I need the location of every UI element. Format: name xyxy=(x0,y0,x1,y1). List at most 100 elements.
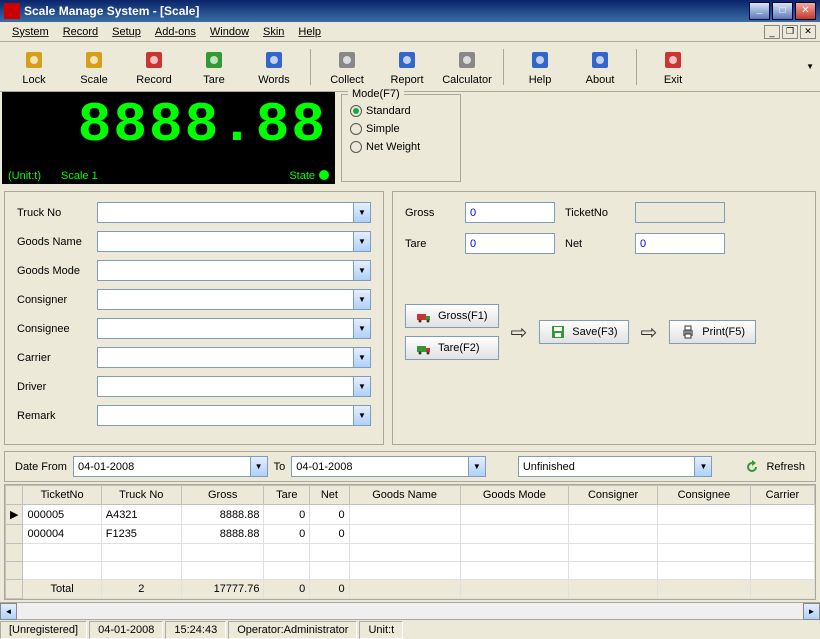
toolbar-collect-button[interactable]: Collect xyxy=(319,45,375,89)
radio-icon xyxy=(350,123,362,135)
close-button[interactable]: ✕ xyxy=(795,2,816,20)
chevron-down-icon[interactable]: ▼ xyxy=(353,348,370,367)
chevron-down-icon[interactable]: ▼ xyxy=(353,377,370,396)
date-from-field[interactable]: ▼ xyxy=(73,456,268,477)
gross-field[interactable] xyxy=(465,202,555,223)
menu-window[interactable]: Window xyxy=(204,24,255,40)
tare-button[interactable]: Tare(F2) xyxy=(405,336,499,360)
tare-field[interactable] xyxy=(465,233,555,254)
column-header[interactable]: Consigner xyxy=(569,486,658,505)
chevron-down-icon[interactable]: ▼ xyxy=(468,457,485,476)
radio-icon xyxy=(350,105,362,117)
arrow-icon: ⇨ xyxy=(511,320,528,345)
ticketno-label: TicketNo xyxy=(565,207,625,219)
column-header[interactable]: Net xyxy=(310,486,349,505)
scroll-left-button[interactable]: ◄ xyxy=(0,603,17,620)
menu-skin[interactable]: Skin xyxy=(257,24,290,40)
print-button[interactable]: Print(F5) xyxy=(669,320,756,344)
menu-record[interactable]: Record xyxy=(57,24,104,40)
tare-label: Tare xyxy=(405,238,455,250)
menu-setup[interactable]: Setup xyxy=(106,24,147,40)
table-row xyxy=(6,562,815,580)
carrier-label: Carrier xyxy=(17,352,97,364)
scroll-track[interactable] xyxy=(17,603,803,619)
toolbar-tare-button[interactable]: Tare xyxy=(186,45,242,89)
column-header[interactable]: Goods Mode xyxy=(460,486,568,505)
menubar: System Record Setup Add-ons Window Skin … xyxy=(0,22,820,42)
menu-system[interactable]: System xyxy=(6,24,55,40)
consigner-field[interactable]: ▼ xyxy=(97,289,371,310)
table-row[interactable]: ▶000005A43218888.8800 xyxy=(6,505,815,525)
report-icon xyxy=(395,48,419,72)
chevron-down-icon[interactable]: ▼ xyxy=(353,232,370,251)
chevron-down-icon[interactable]: ▼ xyxy=(353,406,370,425)
ticketno-field[interactable] xyxy=(635,202,725,223)
radio-netweight[interactable]: Net Weight xyxy=(350,141,452,153)
consignee-label: Consignee xyxy=(17,323,97,335)
goods-field[interactable]: ▼ xyxy=(97,231,371,252)
chevron-down-icon[interactable]: ▼ xyxy=(353,261,370,280)
chevron-down-icon[interactable]: ▼ xyxy=(353,319,370,338)
minimize-button[interactable]: _ xyxy=(749,2,770,20)
mdi-minimize-button[interactable]: _ xyxy=(764,25,780,39)
mdi-close-button[interactable]: ✕ xyxy=(800,25,816,39)
chevron-down-icon[interactable]: ▼ xyxy=(353,290,370,309)
net-field[interactable] xyxy=(635,233,725,254)
toolbar-lock-button[interactable]: Lock xyxy=(6,45,62,89)
refresh-button[interactable]: Refresh xyxy=(766,461,805,473)
truck-field[interactable]: ▼ xyxy=(97,202,371,223)
column-header[interactable]: Truck No xyxy=(101,486,181,505)
gross-button[interactable]: Gross(F1) xyxy=(405,304,499,328)
scale-icon xyxy=(82,48,106,72)
toolbar-overflow-button[interactable]: ▼ xyxy=(806,62,814,71)
chevron-down-icon[interactable]: ▼ xyxy=(250,457,267,476)
net-label: Net xyxy=(565,238,625,250)
toolbar-words-button[interactable]: Words xyxy=(246,45,302,89)
column-header[interactable]: TicketNo xyxy=(23,486,101,505)
driver-label: Driver xyxy=(17,381,97,393)
column-header[interactable]: Tare xyxy=(264,486,310,505)
column-header[interactable]: Consignee xyxy=(658,486,751,505)
toolbar-record-button[interactable]: Record xyxy=(126,45,182,89)
save-button[interactable]: Save(F3) xyxy=(539,320,628,344)
goods-label: Goods Name xyxy=(17,236,97,248)
toolbar-calc-button[interactable]: Calculator xyxy=(439,45,495,89)
table-row[interactable]: 000004F12358888.8800 xyxy=(6,525,815,544)
menu-addons[interactable]: Add-ons xyxy=(149,24,202,40)
toolbar-report-button[interactable]: Report xyxy=(379,45,435,89)
arrow-icon: ⇨ xyxy=(641,320,658,345)
chevron-down-icon[interactable]: ▼ xyxy=(353,203,370,222)
column-header[interactable]: Carrier xyxy=(750,486,814,505)
remark-field[interactable]: ▼ xyxy=(97,405,371,426)
tare-icon xyxy=(202,48,226,72)
chevron-down-icon[interactable]: ▼ xyxy=(694,457,711,476)
toolbar-exit-button[interactable]: Exit xyxy=(645,45,701,89)
consignee-field[interactable]: ▼ xyxy=(97,318,371,339)
maximize-button[interactable]: □ xyxy=(772,2,793,20)
row-header xyxy=(6,486,23,505)
gmode-field[interactable]: ▼ xyxy=(97,260,371,281)
truck-icon xyxy=(416,308,432,324)
column-header[interactable]: Gross xyxy=(181,486,264,505)
toolbar-about-button[interactable]: About xyxy=(572,45,628,89)
driver-field[interactable]: ▼ xyxy=(97,376,371,397)
status-filter[interactable]: ▼ xyxy=(518,456,713,477)
date-from-label: Date From xyxy=(15,461,67,473)
unit-label: (Unit:t) xyxy=(8,170,41,182)
weight-value: 8888.88 xyxy=(2,92,335,158)
radio-simple[interactable]: Simple xyxy=(350,123,452,135)
mode-legend: Mode(F7) xyxy=(348,88,404,100)
radio-standard[interactable]: Standard xyxy=(350,105,452,117)
total-row: Total217777.7600 xyxy=(6,580,815,599)
date-to-field[interactable]: ▼ xyxy=(291,456,486,477)
mdi-restore-button[interactable]: ❐ xyxy=(782,25,798,39)
menu-help[interactable]: Help xyxy=(292,24,327,40)
gmode-label: Goods Mode xyxy=(17,265,97,277)
toolbar-scale-button[interactable]: Scale xyxy=(66,45,122,89)
column-header[interactable]: Goods Name xyxy=(349,486,460,505)
carrier-field[interactable]: ▼ xyxy=(97,347,371,368)
consigner-label: Consigner xyxy=(17,294,97,306)
toolbar-help-button[interactable]: Help xyxy=(512,45,568,89)
status-time: 15:24:43 xyxy=(165,621,226,639)
scroll-right-button[interactable]: ► xyxy=(803,603,820,620)
